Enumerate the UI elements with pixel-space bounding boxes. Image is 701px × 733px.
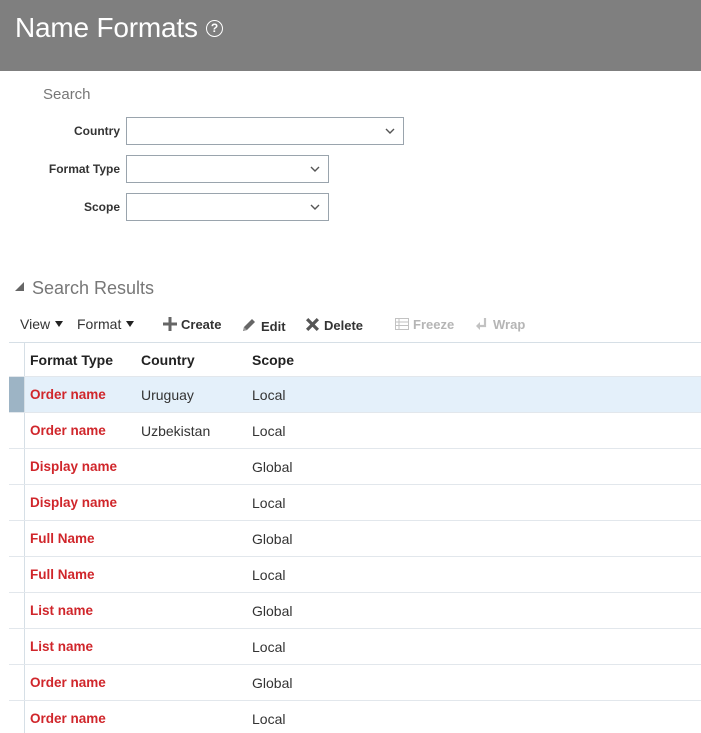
format-type-link[interactable]: Full Name [30,567,95,582]
scope-select[interactable] [126,193,329,221]
format-type-select[interactable] [126,155,329,183]
row-divider [24,629,25,664]
row-selector[interactable] [9,593,24,628]
table-row[interactable]: Order name Local [9,700,701,733]
row-divider [24,557,25,592]
table-row[interactable]: Full Name Global [9,520,701,556]
view-menu[interactable]: View [20,316,64,332]
row-divider [24,593,25,628]
scope-cell: Local [252,495,286,511]
column-header-scope[interactable]: Scope [252,352,294,368]
row-divider [24,377,25,412]
country-cell: Uruguay [141,387,194,403]
format-type-link[interactable]: Display name [30,495,117,510]
wrap-label: Wrap [493,317,526,332]
table-row[interactable]: List name Local [9,628,701,664]
format-type-link[interactable]: Display name [30,459,117,474]
freeze-icon [395,318,409,330]
format-type-link[interactable]: List name [30,603,93,618]
format-menu[interactable]: Format [77,316,135,332]
format-type-link[interactable]: List name [30,639,93,654]
create-label: Create [181,317,222,332]
format-type-link[interactable]: Full Name [30,531,95,546]
search-results-title: Search Results [32,278,155,298]
chevron-down-icon[interactable] [385,127,395,135]
format-type-label: Format Type [48,162,120,176]
row-divider [24,521,25,556]
collapse-icon[interactable] [15,282,24,291]
row-selector[interactable] [9,485,24,520]
help-icon[interactable]: ? [206,20,223,37]
plus-icon [163,317,177,331]
row-selector[interactable] [9,629,24,664]
format-type-link[interactable]: Order name [30,387,106,402]
scope-cell: Global [252,459,293,475]
chevron-down-icon[interactable] [310,165,320,173]
column-header-country[interactable]: Country [141,352,195,368]
freeze-label: Freeze [413,317,455,332]
row-divider [24,485,25,520]
freeze-button[interactable]: Freeze [395,317,454,332]
table-row[interactable]: Full Name Local [9,556,701,592]
results-table: Format Type Country Scope Order name Uru… [9,342,701,733]
row-divider [24,701,25,733]
table-row[interactable]: List name Global [9,592,701,628]
row-selector[interactable] [9,701,24,733]
scope-cell: Local [252,639,286,655]
search-heading: Search [43,86,91,103]
country-cell: Uzbekistan [141,423,211,439]
view-label: View [20,316,51,332]
delete-button[interactable]: Delete [305,317,363,333]
caret-down-icon [55,321,64,327]
table-row[interactable]: Order name Global [9,664,701,700]
row-divider [24,449,25,484]
row-selector[interactable] [9,377,24,412]
caret-down-icon [126,321,135,327]
pencil-icon [243,319,255,331]
edit-button[interactable]: Edit [241,317,286,334]
header-divider [24,343,25,376]
row-selector[interactable] [9,449,24,484]
scope-cell: Global [252,603,293,619]
format-type-link[interactable]: Order name [30,711,106,726]
search-results-heading[interactable]: Search Results [15,278,154,299]
row-divider [24,665,25,700]
format-type-link[interactable]: Order name [30,423,106,438]
scope-cell: Local [252,423,286,439]
row-selector[interactable] [9,521,24,556]
scope-cell: Global [252,531,293,547]
row-selector[interactable] [9,413,24,448]
wrap-icon [476,318,487,330]
scope-cell: Global [252,675,293,691]
page-title: Name Formats [15,12,198,43]
edit-label: Edit [261,319,286,334]
close-icon [306,318,319,331]
row-divider [24,413,25,448]
scope-label: Scope [83,200,120,214]
table-row[interactable]: Order name Uruguay Local [9,376,701,412]
country-label: Country [74,124,120,138]
country-select[interactable] [126,117,404,145]
row-selector[interactable] [9,665,24,700]
delete-label: Delete [324,318,364,333]
create-button[interactable]: Create [163,317,221,332]
scope-cell: Local [252,567,286,583]
page-header: Name Formats ? [0,0,701,71]
scope-cell: Local [252,711,286,727]
table-row[interactable]: Display name Global [9,448,701,484]
scope-cell: Local [252,387,286,403]
format-label: Format [77,316,122,332]
row-selector[interactable] [9,557,24,592]
format-type-link[interactable]: Order name [30,675,106,690]
table-row[interactable]: Order name Uzbekistan Local [9,412,701,448]
wrap-button[interactable]: Wrap [475,317,525,332]
chevron-down-icon[interactable] [310,203,320,211]
table-row[interactable]: Display name Local [9,484,701,520]
column-header-format-type[interactable]: Format Type [30,352,113,368]
